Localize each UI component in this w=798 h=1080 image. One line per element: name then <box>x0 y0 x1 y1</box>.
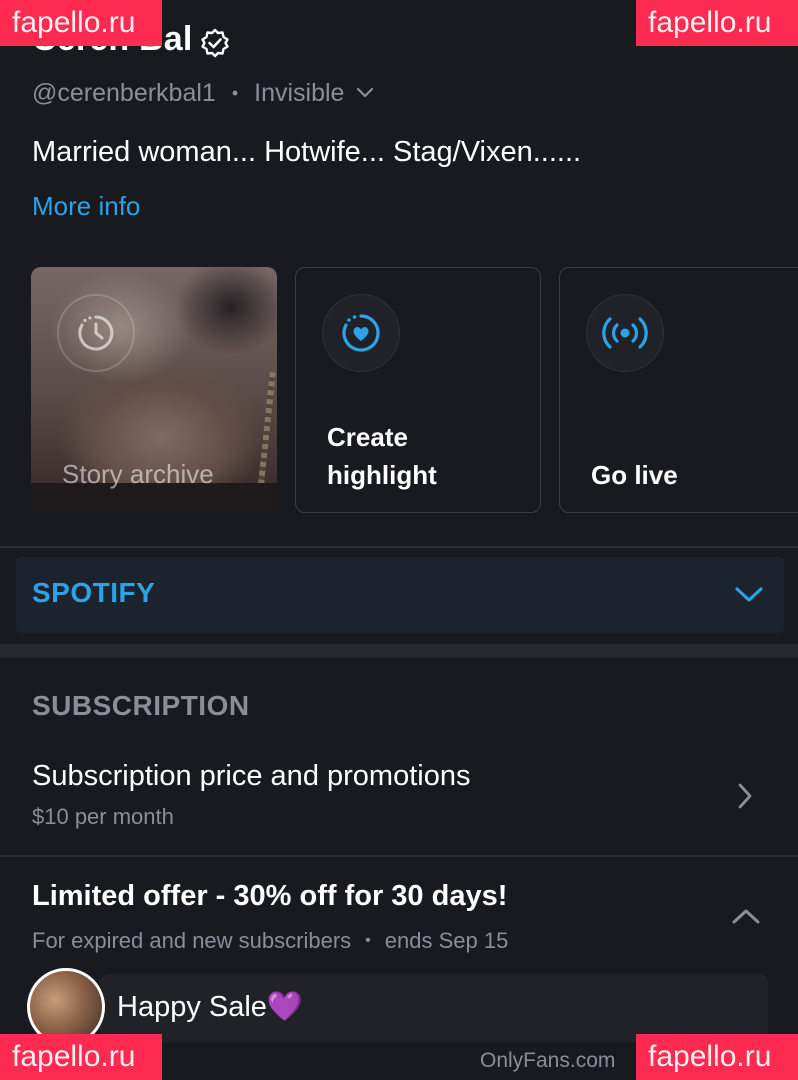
section-divider <box>0 855 798 857</box>
section-divider <box>0 644 798 658</box>
story-archive-label: Story archive <box>62 459 214 489</box>
limited-offer-title: Limited offer - 30% off for 30 days! <box>32 880 508 912</box>
subscription-price-row[interactable]: Subscription price and promotions $10 pe… <box>0 752 798 842</box>
limited-offer-meta: For expired and new subscribers • ends S… <box>32 928 508 954</box>
spotify-label: SPOTIFY <box>32 577 156 608</box>
separator-dot: • <box>365 932 371 949</box>
sale-message-text: Happy Sale💜 <box>117 991 304 1023</box>
offer-end-date: ends Sep 15 <box>384 928 509 953</box>
create-highlight-label-line2: highlight <box>327 460 437 490</box>
status-selector[interactable]: Invisible <box>254 79 374 108</box>
watermark: fapello.ru <box>0 1034 162 1080</box>
subscription-heading: SUBSCRIPTION <box>32 690 250 721</box>
watermark: fapello.ru <box>636 0 798 46</box>
subscription-price-title: Subscription price and promotions <box>32 760 471 792</box>
chevron-down-icon <box>357 87 374 98</box>
onlyfans-url: OnlyFans.com <box>480 1049 616 1072</box>
chevron-down-icon <box>735 587 763 602</box>
create-highlight-label-line1: Create <box>327 422 408 452</box>
subscription-price-value: $10 per month <box>32 804 174 829</box>
verified-icon <box>201 28 229 58</box>
go-live-card[interactable]: Go live <box>559 267 798 513</box>
story-archive-icon <box>57 294 135 372</box>
spotify-section-toggle[interactable]: SPOTIFY <box>16 557 784 633</box>
create-highlight-card[interactable]: Create highlight <box>295 267 541 513</box>
highlight-heart-icon <box>322 294 400 372</box>
separator-dot: • <box>231 82 239 103</box>
section-divider <box>0 546 798 548</box>
offer-audience: For expired and new subscribers <box>32 928 352 953</box>
handle-row: @cerenberkbal1 • Invisible <box>32 78 374 108</box>
go-live-label: Go live <box>591 460 678 490</box>
story-archive-card[interactable]: Story archive <box>31 267 277 513</box>
live-broadcast-icon <box>586 294 664 372</box>
more-info-link[interactable]: More info <box>32 191 140 222</box>
watermark: fapello.ru <box>636 1034 798 1080</box>
profile-handle: @cerenberkbal1 <box>32 78 216 107</box>
chevron-right-icon <box>738 783 752 809</box>
profile-bio: Married woman... Hotwife... Stag/Vixen..… <box>32 136 582 168</box>
watermark: fapello.ru <box>0 0 162 46</box>
chevron-up-icon[interactable] <box>731 906 761 926</box>
status-label: Invisible <box>254 78 345 107</box>
